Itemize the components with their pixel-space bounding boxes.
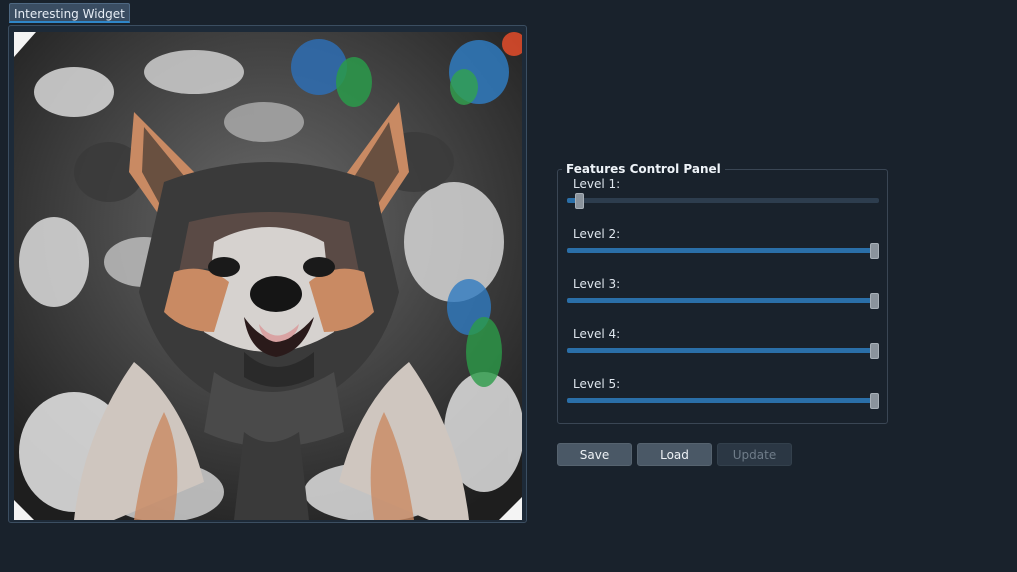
level-5-slider-handle[interactable] <box>870 393 880 409</box>
features-control-panel: Features Control Panel Level 1: Level 2:… <box>557 161 888 424</box>
level-4-label: Level 4: <box>573 327 621 341</box>
level-5-control: Level 5: <box>567 376 880 416</box>
level-1-control: Level 1: <box>567 176 879 216</box>
stylized-dog-image <box>14 32 522 520</box>
load-button[interactable]: Load <box>637 443 712 466</box>
level-1-slider-handle[interactable] <box>575 193 585 209</box>
level-5-slider[interactable] <box>567 398 879 403</box>
level-2-control: Level 2: <box>567 226 880 266</box>
panel-title: Features Control Panel <box>562 161 725 177</box>
level-5-label: Level 5: <box>573 377 621 391</box>
level-3-slider-handle[interactable] <box>870 293 880 309</box>
save-button[interactable]: Save <box>557 443 632 466</box>
level-2-label: Level 2: <box>573 227 621 241</box>
level-2-slider-fill <box>567 248 875 253</box>
level-4-control: Level 4: <box>567 326 880 366</box>
tab-interesting-widget[interactable]: Interesting Widget <box>9 3 130 23</box>
level-5-slider-fill <box>567 398 875 403</box>
level-3-slider[interactable] <box>567 298 879 303</box>
level-1-label: Level 1: <box>573 177 621 191</box>
level-1-slider[interactable] <box>567 198 879 203</box>
level-3-label: Level 3: <box>573 277 621 291</box>
level-4-slider[interactable] <box>567 348 879 353</box>
update-button: Update <box>717 443 792 466</box>
level-4-slider-fill <box>567 348 875 353</box>
level-3-control: Level 3: <box>567 276 880 316</box>
level-2-slider-handle[interactable] <box>870 243 880 259</box>
level-3-slider-fill <box>567 298 875 303</box>
image-frame <box>8 25 527 523</box>
level-2-slider[interactable] <box>567 248 879 253</box>
level-4-slider-handle[interactable] <box>870 343 880 359</box>
